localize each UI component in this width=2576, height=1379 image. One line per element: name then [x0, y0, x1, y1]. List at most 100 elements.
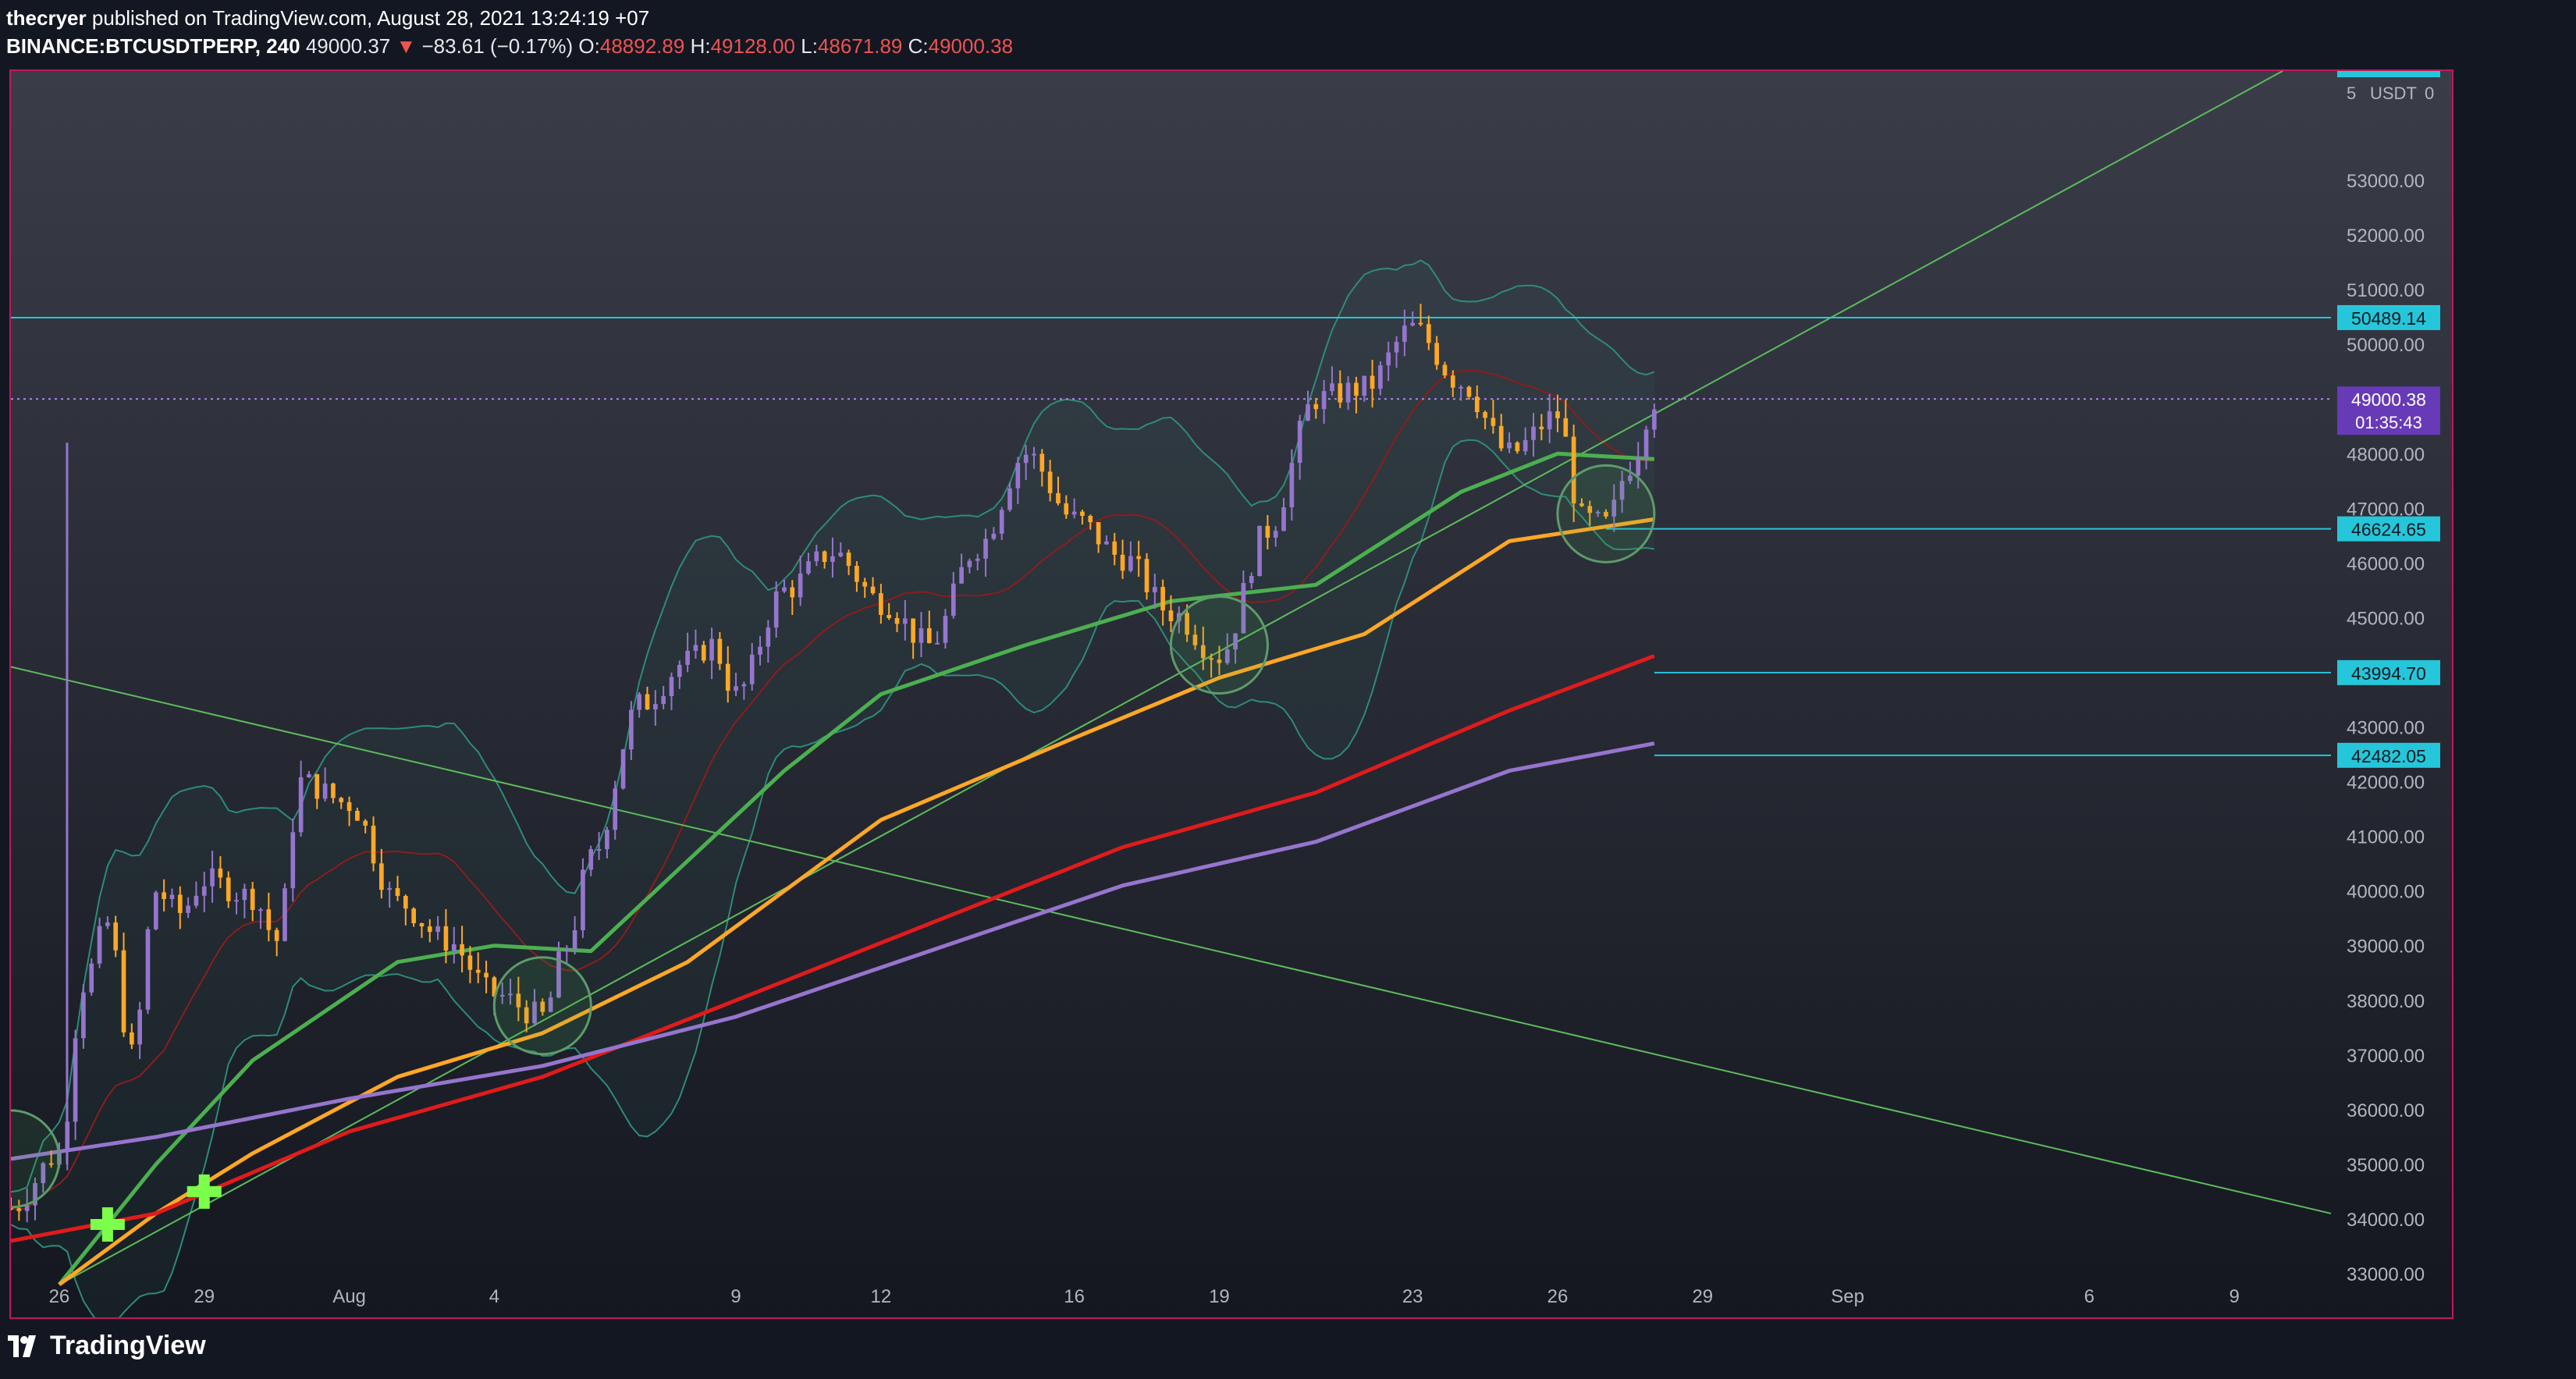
- candle-body: [218, 868, 223, 878]
- candle-body: [911, 618, 916, 643]
- candle-body: [734, 686, 738, 691]
- y-tick-label: 43000.00: [2347, 718, 2425, 739]
- candle-body: [1338, 383, 1343, 403]
- top-level-tag: [2337, 71, 2440, 77]
- candle-body: [177, 894, 183, 913]
- candle-body: [322, 784, 328, 799]
- candle-body: [339, 798, 344, 802]
- candle-body: [950, 583, 956, 617]
- y-tick-label: 40000.00: [2347, 882, 2425, 903]
- candle-body: [1354, 382, 1359, 396]
- open-value: 48892.89: [599, 34, 685, 58]
- price-change: −83.61 (−0.17%): [421, 34, 574, 58]
- candle-body: [629, 709, 634, 750]
- symbol-label[interactable]: BINANCE:BTCUSDTPERP, 240: [6, 34, 300, 58]
- candle-body: [1491, 418, 1496, 426]
- candle-body: [709, 638, 714, 661]
- candle-body: [1555, 411, 1560, 418]
- candle-body: [613, 788, 618, 830]
- candle-body: [1394, 342, 1399, 353]
- candle-body: [717, 638, 723, 664]
- candle-body: [581, 869, 585, 931]
- candle-body: [879, 593, 883, 615]
- candle-body: [605, 830, 609, 850]
- candle-body: [669, 677, 674, 697]
- candle-body: [1273, 531, 1278, 538]
- candle-body: [1636, 457, 1641, 476]
- level-price-label: 43994.70: [2351, 663, 2426, 684]
- currency-label: USDT: [2370, 84, 2417, 103]
- x-tick-label: 29: [194, 1286, 215, 1307]
- candle-body: [1321, 391, 1327, 410]
- candle-body: [1128, 556, 1133, 571]
- x-tick-label: 19: [1209, 1286, 1230, 1307]
- candle-body: [677, 664, 682, 677]
- chart-header: thecryer published on TradingView.com, A…: [6, 3, 2566, 66]
- candle-body: [346, 801, 352, 812]
- candle-body: [113, 922, 119, 951]
- x-tick-label: 26: [49, 1286, 70, 1307]
- candle-body: [766, 627, 771, 647]
- candle-body: [903, 618, 908, 624]
- candle-body: [661, 696, 666, 705]
- candle-body: [564, 948, 570, 952]
- candle-body: [1498, 425, 1504, 449]
- candle-body: [1402, 325, 1407, 343]
- author-name[interactable]: thecryer: [6, 6, 87, 30]
- tradingview-logo-text: TradingView: [50, 1331, 206, 1360]
- candle-body: [1426, 324, 1431, 343]
- candle-body: [983, 538, 988, 559]
- candle-body: [572, 930, 577, 949]
- candle-body: [1466, 386, 1472, 397]
- candle-body: [782, 587, 787, 592]
- price-chart[interactable]: 53000.0052000.0051000.0050000.0049000.00…: [11, 71, 2453, 1319]
- candle-body: [701, 645, 706, 661]
- candle-body: [97, 926, 102, 964]
- y-tick-label: 51000.00: [2347, 280, 2425, 301]
- candle-body: [137, 1009, 143, 1045]
- candle-body: [162, 892, 166, 900]
- candle-body: [894, 617, 900, 624]
- candle-body: [838, 553, 844, 556]
- close-value: 49000.38: [928, 34, 1014, 58]
- y-tick-label: 38000.00: [2347, 991, 2425, 1012]
- candle-body: [379, 863, 384, 890]
- current-price-label: 49000.38: [2351, 389, 2426, 410]
- candle-body: [741, 684, 747, 687]
- y-tick-label: 37000.00: [2347, 1046, 2425, 1067]
- y-tick-label: 39000.00: [2347, 937, 2425, 958]
- candle-body: [637, 694, 642, 710]
- candle-body: [427, 926, 432, 933]
- y-tick-label: 34000.00: [2347, 1210, 2425, 1231]
- candle-body: [403, 896, 408, 909]
- change-arrow-icon: ▼: [396, 34, 417, 58]
- bar-countdown-label: 01:35:43: [2355, 413, 2422, 432]
- candle-body: [830, 556, 835, 563]
- candle-body: [226, 877, 231, 901]
- candle-body: [935, 642, 940, 645]
- tradingview-logo[interactable]: TradingView: [8, 1331, 206, 1361]
- candle-body: [1153, 587, 1157, 592]
- y-tick-label: 5: [2347, 84, 2356, 103]
- candle-body: [1080, 511, 1085, 517]
- x-tick-label: 6: [2084, 1286, 2095, 1307]
- candle-body: [1249, 576, 1254, 584]
- y-tick-label: 46000.00: [2347, 553, 2425, 574]
- ohlc-legend: BINANCE:BTCUSDTPERP, 240 49000.37 ▼ −83.…: [6, 34, 1013, 59]
- candle-body: [1289, 463, 1295, 508]
- candle-body: [1297, 421, 1302, 464]
- candle-body: [1136, 556, 1142, 560]
- candle-body: [870, 586, 876, 594]
- candle-body: [1281, 507, 1286, 531]
- candle-body: [588, 849, 594, 870]
- candle-body: [1313, 403, 1319, 410]
- candle-body: [460, 944, 464, 956]
- chart-frame[interactable]: 53000.0052000.0051000.0050000.0049000.00…: [9, 69, 2453, 1319]
- candle-body: [725, 663, 730, 691]
- candle-body: [1362, 375, 1367, 396]
- low-value: 48671.89: [817, 34, 903, 58]
- candle-body: [798, 573, 803, 598]
- candle-body: [242, 888, 247, 901]
- candle-body: [1071, 511, 1077, 515]
- candle-body: [1507, 442, 1512, 449]
